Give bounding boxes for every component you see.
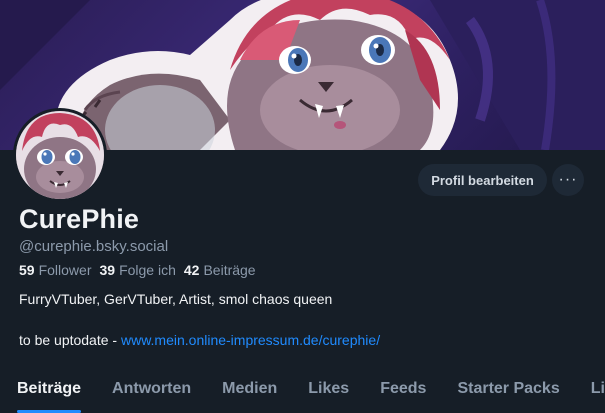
following-label: Folge ich (119, 262, 176, 278)
more-horizontal-icon: ··· (558, 171, 578, 188)
posts-stat: 42 Beiträge (184, 262, 256, 278)
profile-bio: FurryVTuber, GerVTuber, Artist, smol cha… (19, 291, 333, 307)
tab-replies[interactable]: Antworten (95, 368, 205, 413)
tab-lists[interactable]: List (574, 368, 605, 413)
tab-likes[interactable]: Likes (291, 368, 363, 413)
followers-count: 59 (19, 262, 35, 278)
tab-feeds[interactable]: Feeds (363, 368, 440, 413)
profile-stats: 59 Follower 39 Folge ich 42 Beiträge (19, 262, 256, 278)
bio-link[interactable]: www.mein.online-impressum.de/curephie/ (121, 332, 380, 348)
avatar[interactable] (13, 108, 107, 202)
more-options-button[interactable]: ··· (552, 164, 584, 196)
followers-label: Follower (38, 262, 92, 278)
following-count: 39 (99, 262, 116, 278)
tab-media[interactable]: Medien (205, 368, 291, 413)
posts-label: Beiträge (203, 262, 256, 278)
bio-link-prefix: to be uptodate - (19, 332, 121, 348)
profile-bio-link-line: to be uptodate - www.mein.online-impress… (19, 332, 380, 348)
posts-count: 42 (183, 262, 200, 278)
profile-handle: @curephie.bsky.social (19, 238, 169, 255)
avatar-image (16, 111, 104, 199)
tab-starter-packs[interactable]: Starter Packs (440, 368, 573, 413)
tab-posts[interactable]: Beiträge (0, 368, 95, 413)
profile-tabs: Beiträge Antworten Medien Likes Feeds St… (0, 368, 605, 413)
edit-profile-button[interactable]: Profil bearbeiten (418, 164, 547, 196)
following-stat[interactable]: 39 Folge ich (99, 262, 175, 278)
display-name: CurePhie (19, 204, 140, 234)
followers-stat[interactable]: 59 Follower (19, 262, 91, 278)
